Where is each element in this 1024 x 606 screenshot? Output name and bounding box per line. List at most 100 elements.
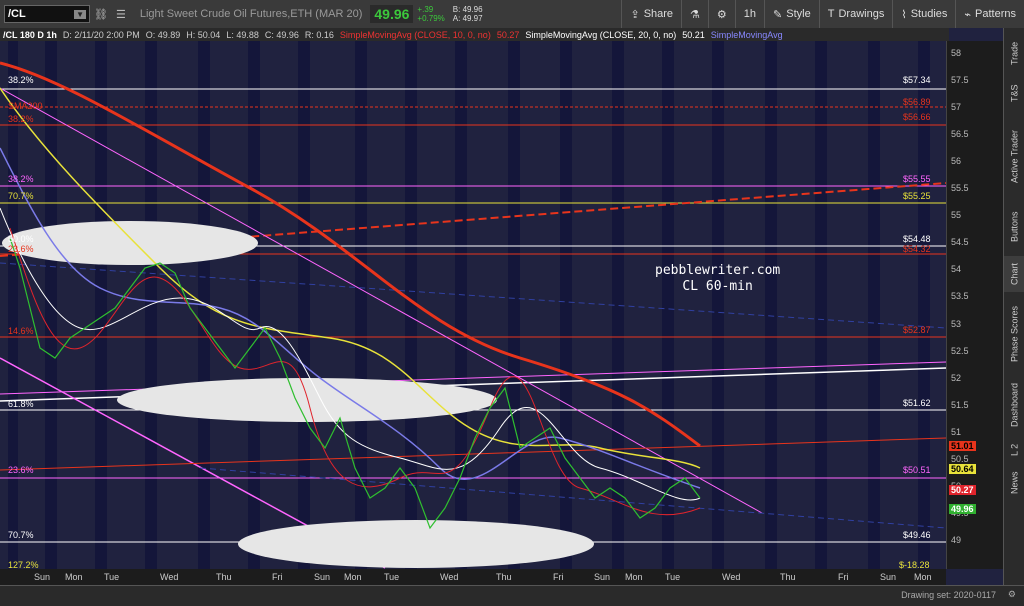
price-tick: 50.5 bbox=[951, 454, 969, 464]
style-button[interactable]: ✎ Style bbox=[764, 0, 819, 28]
day-label: Thu bbox=[216, 572, 232, 582]
share-button[interactable]: ⇪ Share bbox=[621, 0, 681, 28]
interval-button[interactable]: 1h bbox=[734, 0, 764, 28]
gear-icon[interactable]: ⚙ bbox=[1008, 589, 1016, 600]
sma10-value: 50.27 bbox=[496, 29, 520, 40]
bar-close: C: 49.96 bbox=[264, 29, 299, 40]
patterns-button[interactable]: ⌁ Patterns bbox=[955, 0, 1024, 28]
day-label: Mon bbox=[65, 572, 83, 582]
drawings-icon: T bbox=[827, 8, 835, 20]
fib-label-right: $57.34 bbox=[903, 75, 931, 85]
day-label: Sun bbox=[34, 572, 51, 582]
tab-level2[interactable]: L 2 bbox=[1004, 438, 1024, 462]
drawings-label: Drawings bbox=[838, 8, 885, 20]
patterns-icon: ⌁ bbox=[964, 8, 972, 21]
time-axis[interactable]: Sun Mon Tue Wed Thu Fri Sun Mon Tue Wed … bbox=[0, 569, 946, 585]
tab-time-sales[interactable]: T&S bbox=[1004, 76, 1024, 110]
tab-active-trader[interactable]: Active Trader bbox=[1004, 116, 1024, 196]
last-price-tag: 49.96 bbox=[949, 504, 976, 514]
fib-label-left: SMA200 bbox=[8, 101, 43, 111]
chart-area[interactable]: 38.2% SMA200 38.2% 38.2% 70.7% 50.0% 23.… bbox=[0, 28, 1003, 585]
bar-low: L: 49.88 bbox=[226, 29, 259, 40]
sma20-value: 50.21 bbox=[682, 29, 705, 40]
studies-button[interactable]: ⌇ Studies bbox=[892, 0, 955, 28]
price-tick: 58 bbox=[951, 48, 962, 58]
fib-label-right: $52.87 bbox=[903, 325, 931, 335]
sma10-price-tag: 50.27 bbox=[949, 485, 976, 495]
day-label: Thu bbox=[496, 572, 512, 582]
day-label: Thu bbox=[780, 572, 796, 582]
price-tick: 53.5 bbox=[951, 291, 969, 301]
day-label: Wed bbox=[160, 572, 179, 582]
tab-news[interactable]: News bbox=[1004, 466, 1024, 500]
day-label: Tue bbox=[384, 572, 400, 582]
drawings-button[interactable]: T Drawings bbox=[818, 0, 893, 28]
fib-label-left: 38.2% bbox=[8, 174, 34, 184]
day-label: Tue bbox=[104, 572, 120, 582]
tab-buttons[interactable]: Buttons bbox=[1004, 202, 1024, 252]
price-tick: 49 bbox=[951, 535, 962, 545]
fib-label-right: $55.55 bbox=[903, 174, 931, 184]
price-tick: 55 bbox=[951, 210, 962, 220]
fib-label-left: 23.6% bbox=[8, 244, 34, 254]
interval-label: 1h bbox=[743, 8, 757, 20]
price-tick: 52.5 bbox=[951, 346, 969, 356]
fib-label-right: $49.46 bbox=[903, 530, 931, 540]
tab-trade[interactable]: Trade bbox=[1004, 36, 1024, 70]
price-tick: 52 bbox=[951, 373, 962, 383]
style-label: Style bbox=[786, 8, 811, 20]
flask-icon: ⚗ bbox=[690, 8, 700, 21]
symbol-text: /CL bbox=[8, 8, 26, 20]
fib-label-right: $56.66 bbox=[903, 112, 931, 122]
fib-label-right: $50.51 bbox=[903, 465, 931, 475]
price-tick: 56.5 bbox=[951, 129, 969, 139]
bar-open: O: 49.89 bbox=[145, 29, 181, 40]
share-label: Share bbox=[643, 8, 674, 20]
fib-label-left: 23.6% bbox=[8, 465, 34, 475]
sma10-study[interactable]: SimpleMovingAvg (CLOSE, 10, 0, no) bbox=[340, 30, 491, 40]
flask-button[interactable]: ⚗ bbox=[681, 0, 708, 28]
bid-ask: B: 49.96 A: 49.97 bbox=[453, 5, 483, 23]
day-label: Sun bbox=[880, 572, 897, 582]
day-label: Fri bbox=[272, 572, 283, 582]
status-bar: Drawing set: 2020-0117 ⚙ bbox=[0, 585, 1024, 606]
fib-label-left: 38.2% bbox=[8, 75, 34, 85]
sma50-study[interactable]: SimpleMovingAvg bbox=[711, 30, 783, 40]
fib-label-left: 14.6% bbox=[8, 326, 34, 336]
watermark-site: pebblewriter.com bbox=[655, 263, 781, 278]
day-label: Mon bbox=[625, 572, 643, 582]
toolbar-actions: ⇪ Share ⚗ ⚙ 1h ✎ Style T Drawings ⌇ Studies … bbox=[621, 0, 1024, 28]
fib-label-left: 70.7% bbox=[8, 191, 34, 201]
price-tick: 53 bbox=[951, 319, 962, 329]
price-tick: 51.5 bbox=[951, 400, 969, 410]
fib-label-right: $55.25 bbox=[903, 191, 931, 201]
symbol-selector[interactable]: /CL ▼ bbox=[4, 5, 90, 23]
price-tick: 56 bbox=[951, 156, 962, 166]
gear-button[interactable]: ⚙ bbox=[707, 0, 735, 28]
studies-label: Studies bbox=[910, 8, 948, 20]
price-axis[interactable]: 58 57.5 57 56.5 56 55.5 55 54.5 54 53.5 … bbox=[946, 41, 1004, 569]
settings-icon[interactable]: ☰ bbox=[116, 8, 126, 21]
price-change: +.39 +0.79% bbox=[417, 5, 444, 23]
chart-title: /CL 180 D 1h bbox=[3, 29, 57, 40]
day-label: Wed bbox=[722, 572, 741, 582]
link-icon[interactable]: ⛓ bbox=[94, 8, 108, 21]
day-label: Wed bbox=[440, 572, 459, 582]
trend-lines bbox=[0, 87, 947, 569]
drawing-set-label[interactable]: Drawing set: 2020-0117 bbox=[901, 590, 996, 600]
fib-label-right: $51.62 bbox=[903, 398, 931, 408]
fib-lines bbox=[0, 88, 946, 543]
bar-date: D: 2/11/20 2:00 PM bbox=[62, 29, 140, 40]
fib-label-left: 70.7% bbox=[8, 530, 34, 540]
patterns-label: Patterns bbox=[975, 8, 1016, 20]
style-icon: ✎ bbox=[773, 8, 783, 21]
tab-chart[interactable]: Chart bbox=[1004, 256, 1024, 292]
share-icon: ⇪ bbox=[630, 8, 640, 21]
tab-phase-scores[interactable]: Phase Scores bbox=[1004, 296, 1024, 372]
sma20-study[interactable]: SimpleMovingAvg (CLOSE, 20, 0, no) bbox=[525, 30, 676, 40]
price-tick: 54 bbox=[951, 264, 962, 274]
day-label: Sun bbox=[594, 572, 611, 582]
chevron-down-icon[interactable]: ▼ bbox=[74, 9, 86, 19]
tab-dashboard[interactable]: Dashboard bbox=[1004, 376, 1024, 434]
day-label: Fri bbox=[838, 572, 849, 582]
